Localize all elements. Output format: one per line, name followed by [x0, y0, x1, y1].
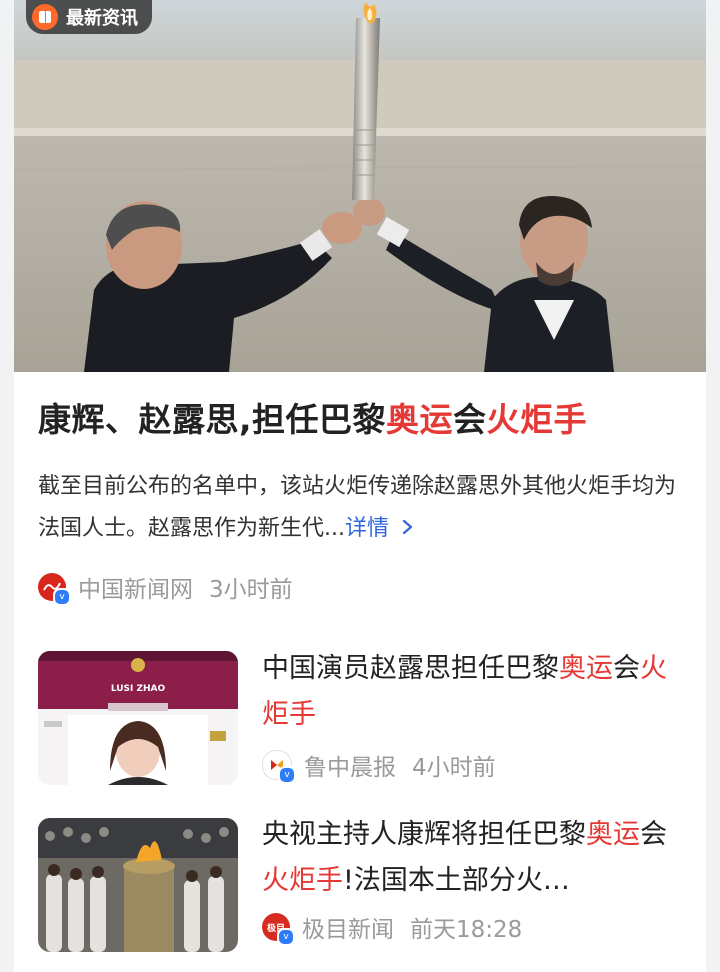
main-article-meta: v 中国新闻网 3小时前	[38, 570, 293, 606]
title-highlight: 火炬手	[486, 400, 588, 439]
main-article-title[interactable]: 康辉、赵露思,担任巴黎奥运会火炬手	[38, 398, 698, 442]
verified-icon: v	[53, 588, 71, 606]
hero-image[interactable]: 最新资讯	[14, 0, 706, 372]
latest-news-badge: 最新资讯	[26, 0, 152, 34]
item-thumbnail[interactable]: LUSI ZHAO	[38, 651, 238, 785]
publish-time: 3小时前	[209, 577, 293, 603]
title-segment: !法国本土部分火…	[343, 865, 570, 896]
lusi-zhao-profile-thumbnail: LUSI ZHAO	[38, 651, 238, 785]
title-segment: 会	[640, 819, 667, 850]
publish-time: 4小时前	[412, 755, 496, 781]
luzhong-logo-icon: v	[262, 750, 296, 784]
verified-icon: v	[277, 928, 295, 946]
item-meta: v 鲁中晨报 4小时前	[262, 748, 496, 784]
title-segment: 中国演员赵露思担任巴黎	[262, 653, 559, 684]
item-thumbnail[interactable]	[38, 818, 238, 952]
torch-handover-photo	[14, 0, 706, 372]
title-highlight: 奥运	[559, 653, 613, 684]
item-title[interactable]: 央视主持人康辉将担任巴黎奥运会火炬手!法国本土部分火…	[262, 812, 692, 904]
title-highlight: 火炬手	[262, 865, 343, 896]
jimu-logo-icon: 极目 v	[262, 913, 295, 946]
verified-icon: v	[278, 766, 296, 784]
title-highlight: 奥运	[586, 819, 640, 850]
main-article-summary: 截至目前公布的名单中，该站火炬传递除赵露思外其他火炬手均为法国人士。赵露思作为新…	[38, 466, 688, 550]
torch-ceremony-thumbnail	[38, 818, 238, 952]
title-segment: 央视主持人康辉将担任巴黎	[262, 819, 586, 850]
news-card: 最新资讯 康辉、赵露思,担任巴黎奥运会火炬手 截至目前公布的名单中，该站火炬传递…	[14, 0, 706, 972]
news-app-icon	[32, 4, 58, 30]
chinanews-logo-icon: v	[38, 573, 71, 606]
title-highlight: 奥运	[386, 400, 454, 439]
item-meta: 极目 v 极目新闻 前天18:28	[262, 910, 523, 946]
source-name[interactable]: 极目新闻	[302, 910, 394, 944]
publish-time: 前天18:28	[410, 917, 523, 943]
title-segment: 康辉、赵露思,担任巴黎	[38, 400, 387, 439]
title-segment: 会	[453, 400, 487, 439]
title-segment: 会	[613, 653, 640, 684]
item-title[interactable]: 中国演员赵露思担任巴黎奥运会火炬手	[262, 646, 692, 738]
source-name[interactable]: 鲁中晨报	[304, 748, 396, 782]
source-name[interactable]: 中国新闻网	[78, 570, 193, 604]
badge-label: 最新资讯	[66, 8, 138, 29]
details-link[interactable]: 详情	[345, 516, 416, 541]
chevron-right-icon	[389, 516, 416, 541]
thumb-caption: LUSI ZHAO	[111, 684, 166, 694]
details-label: 详情	[344, 516, 389, 541]
